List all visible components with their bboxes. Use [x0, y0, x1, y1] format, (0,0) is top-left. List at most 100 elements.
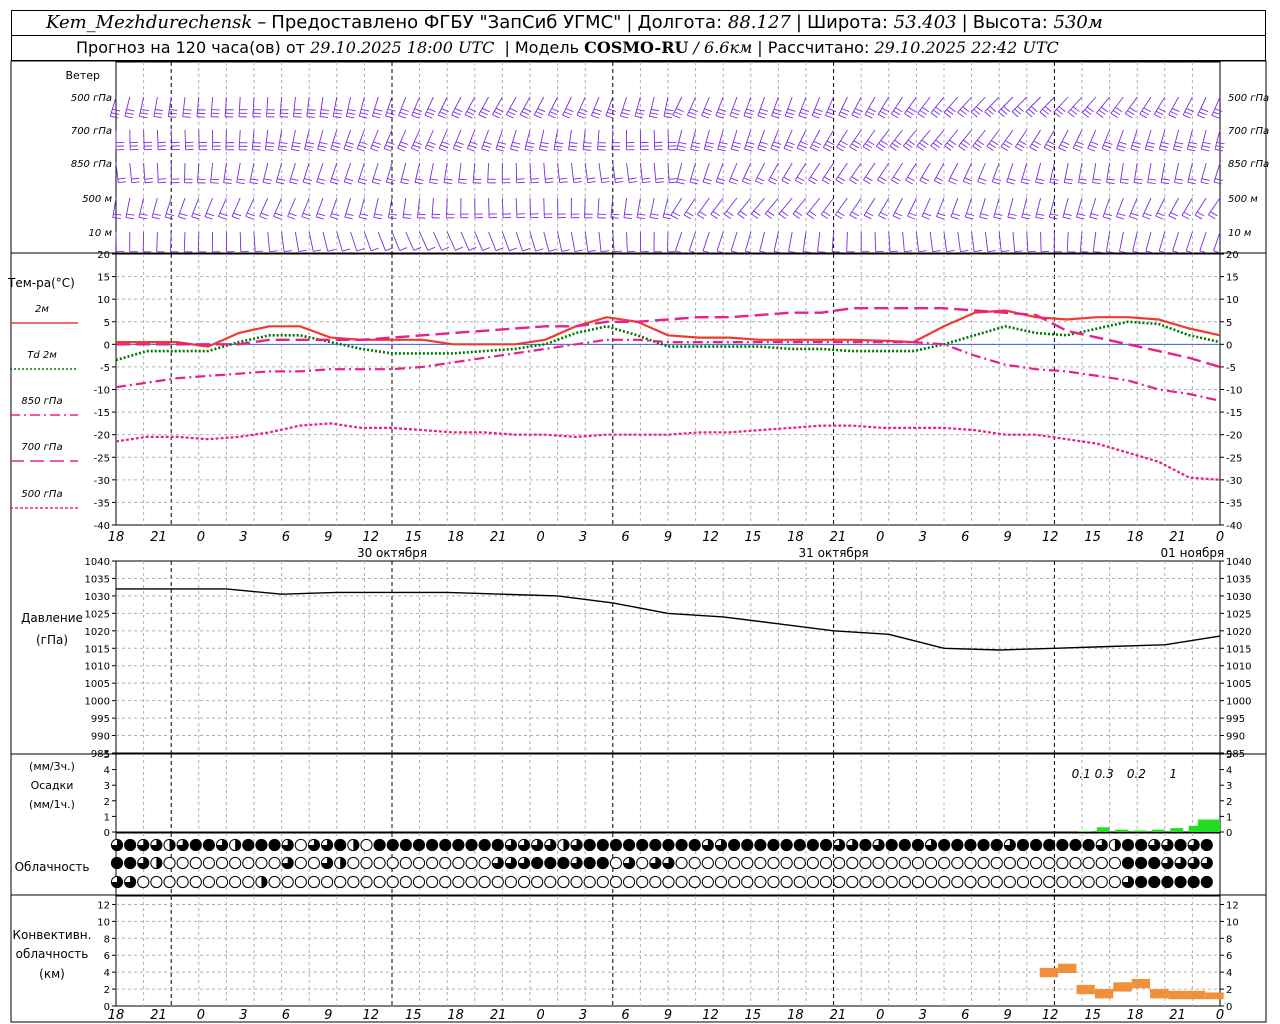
wind-barb-feather: [497, 145, 505, 149]
temp-legend-label: 2м: [35, 304, 49, 315]
wind-barb: [184, 129, 187, 150]
cloud-symbol: [386, 875, 399, 889]
cloud-symbol: [754, 856, 767, 870]
cloud-symbol: [728, 875, 741, 889]
wind-barb-feather: [397, 147, 406, 152]
wind-barb-feather: [260, 212, 269, 217]
wind-barb-feather: [865, 176, 873, 182]
wind-level-label-right: 500 гПа: [1228, 93, 1269, 104]
wind-barb-feather: [278, 149, 287, 151]
wind-barb-feather: [823, 147, 831, 152]
wind-barb-feather: [989, 106, 997, 112]
wind-barb: [264, 129, 269, 150]
cloud-symbol: [360, 856, 373, 870]
wind-barb-feather: [152, 213, 161, 216]
wind-barb-feather: [573, 177, 582, 180]
conv-bar: [1058, 963, 1077, 973]
wind-barb-feather: [614, 250, 623, 253]
wind-barb-feather: [877, 113, 886, 119]
wind-barb: [917, 96, 931, 114]
wind-barb-feather: [717, 177, 726, 182]
wind-barb: [597, 197, 600, 218]
wind-barb-feather: [593, 108, 602, 112]
wind-barb: [672, 96, 683, 116]
wind-barb: [458, 162, 462, 183]
cloud-symbol: [1108, 875, 1121, 889]
wind-barb-feather: [398, 144, 407, 149]
wind-barb-feather: [315, 216, 324, 220]
wind-barb-feather: [1021, 216, 1030, 220]
precip-ytick-right: 5: [1226, 750, 1232, 761]
wind-barb: [182, 96, 186, 117]
precip-bar: [1133, 830, 1147, 832]
press-ytick-right: 1025: [1226, 609, 1251, 620]
wind-barb-feather: [284, 250, 293, 253]
wind-barb-feather: [690, 148, 699, 152]
wind-barb-feather: [704, 178, 712, 182]
wind-barb-feather: [853, 140, 861, 146]
wind-barb-feather: [932, 142, 940, 148]
wind-barb-feather: [539, 148, 548, 152]
cloud-symbol-fill: [584, 857, 596, 869]
wind-barb-feather: [535, 111, 544, 116]
wind-barb-feather: [651, 108, 660, 112]
cloud-symbol: [1016, 875, 1030, 889]
wind-barb-feather: [1201, 148, 1210, 152]
wind-barb-feather: [835, 179, 843, 185]
wind-barb-feather: [204, 216, 213, 220]
cloud-symbol-fill: [1083, 839, 1095, 851]
wind-barb-feather: [921, 139, 929, 146]
wind-barb-feather: [689, 181, 698, 185]
wind-barb-feather: [878, 143, 886, 149]
wind-barb-feather: [1017, 143, 1025, 149]
cloud-symbol: [701, 856, 714, 870]
wind-barb-feather: [958, 145, 966, 151]
cloud-symbol: [780, 856, 793, 870]
cloud-symbol-fill: [636, 839, 648, 851]
wind-barb-feather: [758, 144, 767, 149]
conv-bar: [1205, 992, 1224, 1000]
cloud-symbol-fill: [1122, 857, 1134, 869]
wind-barb-feather: [1200, 108, 1209, 113]
wind-barb-feather: [1050, 213, 1059, 216]
wind-barb-feather: [125, 112, 134, 115]
wind-barb-feather: [988, 143, 996, 149]
wind-barb-feather: [614, 177, 623, 180]
cloud-symbol-fill: [1174, 839, 1187, 851]
press-ytick-right: 1020: [1226, 627, 1251, 638]
cloud-symbol: [347, 856, 360, 870]
wind-barb-feather: [344, 216, 353, 220]
wind-barb-feather: [1175, 141, 1184, 145]
cloud-symbol: [806, 875, 819, 889]
conv-ytick-left: 8: [104, 934, 110, 945]
wind-barb-feather: [441, 246, 450, 251]
wind-barb-feather: [372, 115, 381, 119]
wind-barb-feather: [153, 116, 162, 119]
wind-barb-feather: [795, 210, 803, 216]
cloud-symbol: [189, 875, 202, 889]
cloud-symbol-fill: [938, 839, 950, 851]
press-ytick-right: 1010: [1226, 662, 1251, 673]
time-tick-label: 18: [108, 1008, 125, 1023]
wind-barb-feather: [1182, 114, 1191, 119]
wind-barb-feather: [767, 210, 775, 216]
cloud-symbol-fill: [261, 876, 268, 888]
wind-barb: [929, 231, 934, 252]
press-ytick-left: 1005: [85, 679, 110, 690]
time-tick-label: 6: [282, 530, 290, 545]
wind-barb-feather: [1056, 108, 1063, 115]
cloud-symbol-fill: [820, 839, 832, 851]
wind-barb-feather: [919, 142, 927, 148]
cloud-symbol: [268, 856, 281, 870]
press-ytick-left: 1040: [85, 557, 110, 568]
precip-ytick-left: 0: [104, 828, 110, 839]
cloud-symbol: [189, 856, 202, 870]
wind-barb-feather: [737, 213, 745, 219]
cloud-symbol: [964, 856, 977, 870]
wind-barb-feather: [1161, 178, 1170, 181]
cloud-symbol-fill: [156, 857, 162, 869]
wind-barb-feather: [573, 181, 582, 184]
wind-barb-feather: [414, 141, 422, 145]
wind-barb-feather: [292, 142, 301, 145]
cloud-symbol: [373, 856, 386, 870]
